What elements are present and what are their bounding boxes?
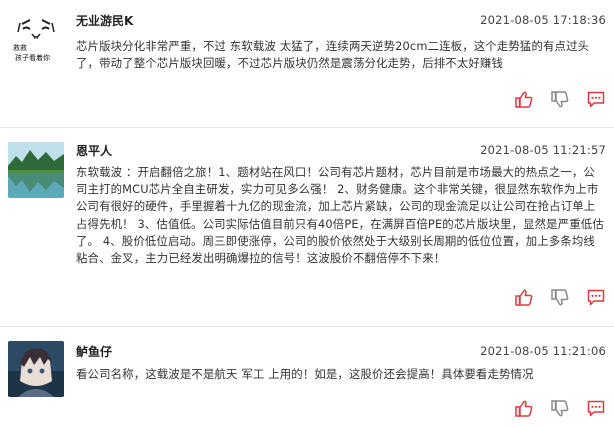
dislike-button[interactable]	[550, 90, 570, 108]
avatar-caption-line2: 孩子看着你	[15, 53, 50, 62]
post-time: 2021-08-05 17:18:36	[480, 13, 606, 27]
anime-avatar-image	[8, 341, 64, 397]
meme-avatar-image: 救救 孩子看着你	[13, 19, 55, 62]
thumbs-up-icon	[515, 91, 533, 108]
dislike-button[interactable]	[550, 288, 570, 306]
like-button[interactable]	[514, 90, 534, 108]
thumbs-down-icon	[551, 399, 569, 416]
comment-button[interactable]	[586, 399, 606, 417]
author-name[interactable]: 恩平人	[76, 142, 112, 159]
author-name[interactable]: 无业游民K	[76, 12, 133, 29]
post-actions	[514, 288, 606, 306]
like-button[interactable]	[514, 399, 534, 417]
thumbs-down-icon	[551, 90, 569, 107]
comment-icon	[587, 400, 605, 416]
dislike-button[interactable]	[550, 399, 570, 417]
thumbs-up-icon	[515, 400, 533, 417]
comment-post: 恩平人 2021-08-05 11:21:57 东软载波 ：开启翻倍之旅！1、题…	[0, 128, 614, 318]
comment-post: 救救 孩子看着你 无业游民K 2021-08-05 17:18:36 芯片版块分…	[0, 0, 614, 118]
avatar[interactable]: 救救 孩子看着你	[8, 10, 64, 66]
comment-icon	[587, 289, 605, 305]
author-name[interactable]: 鲈鱼仔	[76, 343, 112, 360]
avatar-caption-line1: 救救	[13, 43, 27, 52]
comment-button[interactable]	[586, 288, 606, 306]
post-time: 2021-08-05 11:21:06	[480, 344, 606, 358]
avatar[interactable]	[8, 341, 64, 397]
comment-text: 东软载波 ：开启翻倍之旅！1、题材站在风口！公司有芯片题材，芯片目前是市场最大的…	[76, 165, 604, 266]
comment-button[interactable]	[586, 90, 606, 108]
post-time: 2021-08-05 11:21:57	[480, 143, 606, 157]
comment-icon	[587, 91, 605, 107]
landscape-avatar-image	[8, 142, 64, 198]
avatar[interactable]	[8, 142, 64, 198]
comment-post: 鲈鱼仔 2021-08-05 11:21:06 看公司名称，这载波是不是航天 军…	[0, 327, 614, 427]
comment-text: 看公司名称，这载波是不是航天 军工 上用的！如是，这股价还会提高！具体要看走势情…	[76, 367, 534, 381]
thumbs-down-icon	[551, 288, 569, 305]
comment-text: 芯片版块分化非常严重，不过 东软载波 太猛了，连续两天逆势20cm二连板，这个走…	[76, 39, 590, 71]
like-button[interactable]	[514, 288, 534, 306]
post-actions	[514, 90, 606, 108]
post-actions	[514, 399, 606, 417]
thumbs-up-icon	[515, 289, 533, 306]
